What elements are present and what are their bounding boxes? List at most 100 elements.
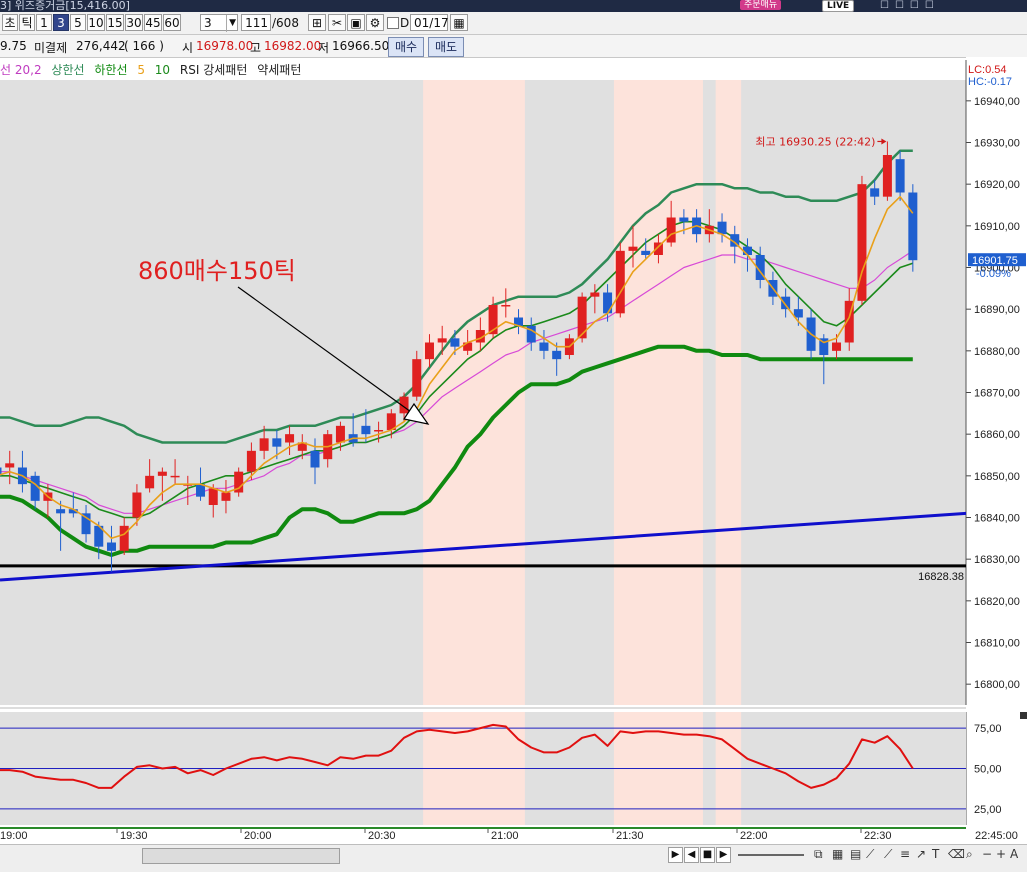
font-size-icon[interactable]: A	[1010, 847, 1018, 861]
save-icon[interactable]: ▣	[347, 14, 365, 31]
text-tool-icon[interactable]: T	[932, 847, 939, 861]
order-menu-badge[interactable]: 주문매뉴	[740, 0, 782, 10]
period-button-2[interactable]: 틱	[19, 14, 35, 31]
candle-body-49[interactable]	[603, 292, 613, 314]
candle-body-14[interactable]	[157, 471, 167, 476]
date-input[interactable]: 01/17	[410, 14, 449, 31]
candle-body-54[interactable]	[666, 217, 676, 243]
chart-toolbar: 초 틱 1 3 5 10 15 30 45 60 3 ▼ 111 /608 ⊞ ✂ ▣ ⚙ D 0…	[0, 12, 1027, 35]
draw-tool-icon[interactable]: ✂	[328, 14, 346, 31]
period-button-4[interactable]: 3	[53, 14, 69, 31]
tick-count-input[interactable]: 111	[241, 14, 271, 31]
interval-select[interactable]: 3 ▼	[200, 14, 238, 32]
crosshair-icon[interactable]: ⊞	[308, 14, 326, 31]
candle-body-58[interactable]	[717, 221, 727, 235]
candle-body-37[interactable]	[450, 338, 460, 347]
period-button-6[interactable]: 10	[87, 14, 105, 31]
window-controls[interactable]: ☐☐☐☐	[880, 0, 940, 11]
trend-tool-icon[interactable]: ⟋	[884, 847, 892, 862]
scroll-right-icon[interactable]: ▶	[668, 847, 683, 863]
candle-body-12[interactable]	[132, 492, 142, 518]
rsi-panel-toggle-icon[interactable]	[1020, 712, 1027, 719]
zoom-search-icon[interactable]: ⌕	[966, 847, 973, 862]
period-button-1[interactable]: 초	[2, 14, 18, 31]
zoom-slider[interactable]	[738, 854, 804, 856]
candle-body-23[interactable]	[272, 438, 282, 447]
candle-body-51[interactable]	[628, 246, 638, 251]
x-tick-label-2: 19:30	[120, 830, 148, 842]
candle-body-2[interactable]	[5, 463, 15, 468]
legend-ma10: 10	[154, 63, 171, 77]
date-checkbox[interactable]	[387, 17, 399, 29]
play-icon[interactable]: ▶	[716, 847, 731, 863]
candle-body-24[interactable]	[285, 434, 295, 443]
candle-body-6[interactable]	[56, 509, 66, 514]
period-button-10[interactable]: 60	[163, 14, 181, 31]
shaded-zone-3	[715, 80, 742, 705]
y-tick-label-9: 16880,00	[974, 346, 1020, 358]
legend-rsi-bear: 약세패턴	[257, 63, 302, 77]
gear-icon[interactable]: ⚙	[366, 14, 384, 31]
candle-body-8[interactable]	[81, 513, 91, 535]
period-button-9[interactable]: 45	[144, 14, 162, 31]
candle-body-72[interactable]	[895, 159, 905, 193]
grid-icon[interactable]: ▦	[832, 847, 843, 861]
candle-body-73[interactable]	[908, 192, 918, 261]
candle-body-50[interactable]	[615, 250, 625, 314]
current-price-change: -0.09%	[976, 268, 1011, 280]
chart-canvas[interactable]: 16800,00 16810,00 16820,00 16830,00 16840,00…	[0, 57, 1027, 844]
candle-body-35[interactable]	[424, 342, 434, 360]
eraser-icon[interactable]: ⌫	[948, 847, 965, 861]
candle-body-21[interactable]	[246, 450, 256, 472]
candle-body-63[interactable]	[781, 296, 791, 310]
layout-icon[interactable]: ⧉	[814, 847, 823, 862]
step-back-icon[interactable]: ◀	[684, 847, 699, 863]
candle-body-48[interactable]	[590, 292, 600, 297]
arrow-tool-icon[interactable]: ↗	[916, 847, 926, 861]
period-button-7[interactable]: 15	[106, 14, 124, 31]
candle-body-19[interactable]	[221, 492, 231, 501]
candle-body-41[interactable]	[501, 305, 511, 307]
prev-value-fragment: 9.75	[0, 39, 27, 53]
candle-body-10[interactable]	[106, 542, 116, 551]
legend-bb-settings: 선 20,2	[0, 63, 42, 77]
shaded-zone-2	[613, 80, 703, 705]
candle-body-67[interactable]	[832, 342, 842, 351]
draw-line-icon[interactable]: ⟋	[866, 847, 874, 862]
candle-body-15[interactable]	[170, 475, 180, 478]
zoom-out-icon[interactable]: −	[982, 847, 992, 861]
stop-icon[interactable]: ■	[700, 847, 715, 863]
candle-body-13[interactable]	[145, 475, 155, 489]
candle-body-55[interactable]	[679, 217, 689, 222]
y-tick-label-5: 16840,00	[974, 513, 1020, 525]
zoom-in-icon[interactable]: +	[996, 847, 1006, 861]
x-tick-label-5: 21:00	[491, 830, 519, 842]
candle-body-30[interactable]	[361, 425, 371, 435]
candle-body-71[interactable]	[882, 155, 892, 197]
candle-body-26[interactable]	[310, 450, 320, 468]
calendar-icon[interactable]: ▦	[450, 14, 468, 31]
sell-button[interactable]: 매도	[428, 37, 465, 57]
scrollbar-thumb[interactable]	[142, 848, 340, 864]
candle-body-22[interactable]	[259, 438, 269, 451]
period-button-3[interactable]: 1	[36, 14, 52, 31]
candle-body-70[interactable]	[870, 188, 880, 197]
candle-body-45[interactable]	[552, 350, 562, 360]
x-tick-label-3: 20:00	[244, 830, 272, 842]
candle-body-44[interactable]	[539, 342, 549, 351]
y-tick-label-6: 16850,00	[974, 471, 1020, 483]
candle-body-28[interactable]	[335, 425, 345, 443]
buy-button[interactable]: 매수	[388, 37, 425, 57]
candle-body-52[interactable]	[641, 250, 651, 255]
candle-body-18[interactable]	[208, 488, 218, 505]
period-button-8[interactable]: 30	[125, 14, 143, 31]
candle-body-36[interactable]	[437, 338, 447, 343]
candle-body-11[interactable]	[119, 525, 129, 551]
fib-tool-icon[interactable]: ≡	[900, 847, 910, 861]
candle-body-34[interactable]	[412, 359, 422, 397]
table-icon[interactable]: ▤	[850, 847, 861, 861]
candle-body-31[interactable]	[374, 430, 384, 432]
period-button-5[interactable]: 5	[70, 14, 86, 31]
window-title-strip: 3] 위즈증거금[15,416.00] 주문매뉴 LIVE ☐☐☐☐	[0, 0, 1027, 12]
live-badge[interactable]: LIVE	[822, 0, 855, 12]
